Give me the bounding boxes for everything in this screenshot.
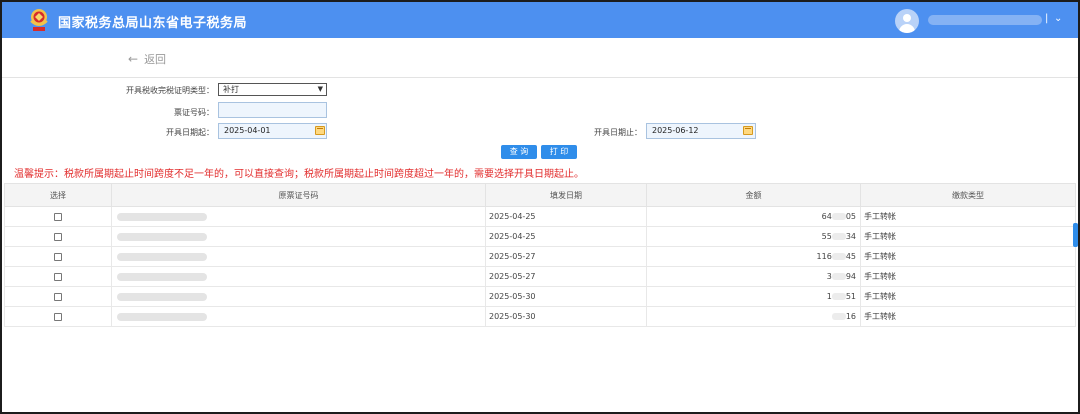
issue-date: 2025-04-25	[485, 226, 647, 247]
issue-date: 2025-04-25	[485, 206, 647, 227]
user-separator: |	[1045, 13, 1049, 24]
amount: 64 05	[646, 206, 861, 227]
table-row[interactable]: 2025-05-30 1 51 手工转帐	[4, 286, 1076, 307]
cert-no-label: 票证号码：	[174, 108, 214, 117]
query-button[interactable]: 查 询	[501, 145, 537, 159]
payment-type: 手工转帐	[860, 226, 1076, 247]
table-row[interactable]: 2025-05-27 3 94 手工转帐	[4, 266, 1076, 287]
tax-emblem-icon	[30, 9, 48, 31]
warning-tip: 温馨提示：税款所属期起止时间跨度不足一年的，可以直接查询；税款所属期起止时间跨度…	[14, 169, 584, 180]
amount: 55 34	[646, 226, 861, 247]
cert-no-redacted	[117, 292, 207, 301]
cert-no-redacted	[117, 312, 207, 321]
amount: 1 51	[646, 286, 861, 307]
issue-date: 2025-05-27	[485, 246, 647, 267]
row-checkbox[interactable]	[54, 252, 62, 261]
table-row[interactable]: 2025-04-25 64 05 手工转帐	[4, 206, 1076, 227]
calendar-icon[interactable]	[743, 126, 753, 135]
date-start-input[interactable]: 2025-04-01	[218, 123, 327, 139]
top-bar: 国家税务总局山东省电子税务局 | ⌄	[2, 2, 1078, 38]
payment-type: 手工转帐	[860, 266, 1076, 287]
cert-no-redacted	[117, 232, 207, 241]
amount: 16	[646, 306, 861, 327]
cert-no-input[interactable]	[218, 102, 327, 118]
date-end-input[interactable]: 2025-06-12	[646, 123, 756, 139]
col-header-original-cert-no: 原票证号码	[111, 183, 486, 207]
row-checkbox[interactable]	[54, 292, 62, 301]
col-header-amount: 金额	[646, 183, 861, 207]
col-header-issue-date: 填发日期	[485, 183, 647, 207]
col-header-select: 选择	[4, 183, 112, 207]
back-label: 返回	[144, 53, 167, 66]
arrow-left-icon: ←	[128, 52, 139, 66]
table-header-row: 选择 原票证号码 填发日期 金额 缴款类型	[4, 183, 1076, 207]
username-redacted[interactable]	[928, 15, 1042, 25]
payment-type: 手工转帐	[860, 286, 1076, 307]
cert-no-redacted	[117, 252, 207, 261]
cert-type-label: 开具税收完税证明类型：	[126, 86, 214, 95]
col-header-payment-type: 缴款类型	[860, 183, 1076, 207]
cert-no-redacted	[117, 212, 207, 221]
back-button[interactable]: ← 返回	[128, 51, 166, 67]
payment-type: 手工转帐	[860, 206, 1076, 227]
row-checkbox[interactable]	[54, 312, 62, 321]
date-end-value: 2025-06-12	[652, 126, 699, 135]
date-start-value: 2025-04-01	[224, 126, 271, 135]
chevron-down-icon: ▼	[317, 85, 323, 93]
table-row[interactable]: 2025-05-27 116 45 手工转帐	[4, 246, 1076, 267]
avatar[interactable]	[895, 9, 919, 33]
payment-type: 手工转帐	[860, 246, 1076, 267]
table-row[interactable]: 2025-04-25 55 34 手工转帐	[4, 226, 1076, 247]
site-title: 国家税务总局山东省电子税务局	[58, 16, 248, 31]
cert-type-select[interactable]: 补打 ▼	[218, 83, 327, 96]
row-checkbox[interactable]	[54, 272, 62, 281]
scroll-handle[interactable]	[1073, 223, 1078, 247]
issue-date: 2025-05-30	[485, 286, 647, 307]
date-end-label: 开具日期止：	[594, 128, 642, 137]
row-checkbox[interactable]	[54, 232, 62, 241]
print-button[interactable]: 打 印	[541, 145, 577, 159]
result-table: 选择 原票证号码 填发日期 金额 缴款类型 2025-04-25 64 05 手工…	[4, 183, 1076, 327]
amount: 3 94	[646, 266, 861, 287]
table-row[interactable]: 2025-05-30 16 手工转帐	[4, 306, 1076, 327]
date-start-label: 开具日期起：	[166, 128, 214, 137]
issue-date: 2025-05-27	[485, 266, 647, 287]
amount: 116 45	[646, 246, 861, 267]
cert-no-redacted	[117, 272, 207, 281]
divider	[2, 77, 1078, 78]
chevron-down-icon[interactable]: ⌄	[1054, 13, 1062, 24]
issue-date: 2025-05-30	[485, 306, 647, 327]
payment-type: 手工转帐	[860, 306, 1076, 327]
cert-type-value: 补打	[223, 85, 239, 94]
calendar-icon[interactable]	[315, 126, 325, 135]
row-checkbox[interactable]	[54, 212, 62, 221]
app-window: 国家税务总局山东省电子税务局 | ⌄ ← 返回 开具税收完税证明类型： 补打 ▼ …	[0, 0, 1080, 414]
